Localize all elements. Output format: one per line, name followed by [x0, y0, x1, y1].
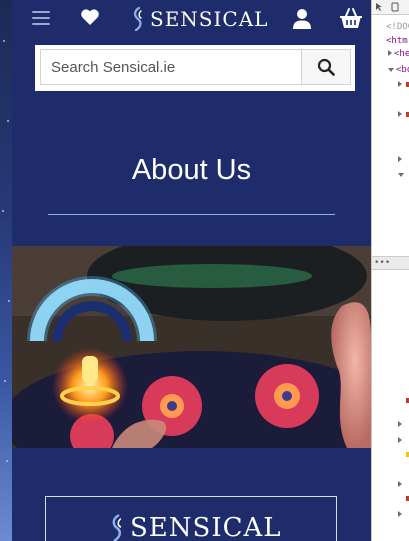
hamburger-menu-icon[interactable]	[32, 11, 50, 25]
brand-logo[interactable]: SENSICAL	[130, 4, 268, 34]
devtools-body-node[interactable]: <bo	[388, 65, 409, 76]
hero-image	[12, 246, 371, 448]
brand-name: SENSICAL	[150, 7, 269, 31]
devtools-node[interactable]	[398, 510, 404, 521]
devtools-node[interactable]	[398, 170, 406, 181]
devtools-node[interactable]	[398, 80, 404, 91]
search-icon	[317, 58, 335, 76]
logo-mark-icon	[112, 514, 122, 541]
devtools-node[interactable]	[398, 480, 404, 491]
search-bar	[35, 45, 355, 91]
logo-mark-icon	[134, 6, 142, 32]
page-title: About Us	[131, 154, 252, 186]
devtools-pane-splitter[interactable]: •••	[372, 256, 409, 270]
search-button[interactable]	[301, 49, 351, 85]
inspect-element-icon[interactable]	[375, 2, 385, 12]
heart-icon[interactable]	[80, 8, 100, 26]
basket-icon[interactable]	[339, 7, 363, 29]
footer-brand-name: SENSICAL	[130, 513, 282, 541]
search-input[interactable]	[40, 49, 302, 85]
footer-brand-card: SENSICAL	[45, 496, 337, 541]
devtools-node[interactable]	[398, 420, 404, 431]
devtools-doctype: <!DOC	[386, 22, 409, 32]
devtools-html-node[interactable]: <htm	[386, 36, 408, 47]
devtools-panel: <!DOC <htm <he <bo •••	[371, 0, 409, 541]
desktop-background	[0, 0, 12, 541]
footer-logo[interactable]: SENSICAL	[108, 513, 282, 541]
devtools-node[interactable]	[398, 110, 404, 121]
title-divider	[48, 214, 335, 215]
devtools-head-node[interactable]: <he	[388, 49, 409, 60]
devtools-toolbar	[372, 0, 409, 15]
user-icon[interactable]	[291, 8, 313, 30]
devtools-node[interactable]	[398, 436, 404, 447]
device-toolbar-icon[interactable]	[390, 2, 400, 12]
mobile-viewport: SENSICAL About Us	[12, 0, 371, 541]
site-header: SENSICAL	[12, 0, 371, 40]
devtools-node[interactable]	[398, 155, 404, 166]
